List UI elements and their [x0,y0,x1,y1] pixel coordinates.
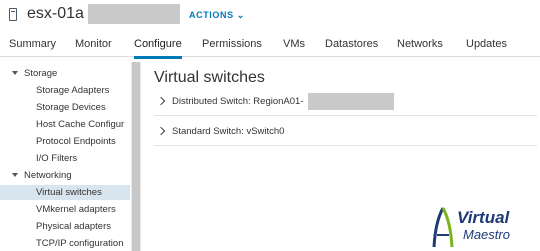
sidebar-group-storage[interactable]: Storage [12,66,57,81]
sidebar-item-vmkernel-adapters[interactable]: VMkernel adapters [36,202,116,217]
virtual-maestro-logo: Virtual Maestro [432,205,538,249]
caret-down-icon [12,71,18,76]
chevron-right-icon[interactable] [156,96,166,106]
tab-datastores[interactable]: Datastores [325,38,378,50]
sidebar-group-label: Networking [24,170,72,181]
sidebar-item-storage-devices[interactable]: Storage Devices [36,100,106,115]
tab-permissions[interactable]: Permissions [202,38,262,50]
redacted-block [308,93,394,110]
sidebar-item-protocol-endpoints[interactable]: Protocol Endpoints [36,134,116,149]
settings-sidebar: Storage Storage Adapters Storage Devices… [0,62,130,251]
switch-label: Distributed Switch: RegionA01- [172,96,304,107]
tab-updates[interactable]: Updates [466,38,507,50]
chevron-right-icon[interactable] [156,126,166,136]
tab-vms[interactable]: VMs [283,38,305,50]
tab-summary[interactable]: Summary [9,38,56,50]
sidebar-item-storage-adapters[interactable]: Storage Adapters [36,83,109,98]
host-icon [9,8,17,21]
sidebar-scrollbar[interactable] [131,62,141,251]
scrollbar-thumb[interactable] [132,62,140,251]
sidebar-item-tcpip-configuration[interactable]: TCP/IP configuration [36,236,123,251]
host-name: esx-01a [27,5,84,22]
logo-mark-icon [432,207,454,248]
tab-monitor[interactable]: Monitor [75,38,112,50]
redacted-block [88,4,180,24]
tab-configure[interactable]: Configure [134,38,182,59]
sidebar-item-io-filters[interactable]: I/O Filters [36,151,77,166]
tab-bar: Summary Monitor Configure Permissions VM… [0,32,540,59]
sidebar-item-label: Virtual switches [36,187,102,198]
switch-row-standard[interactable]: Standard Switch: vSwitch0 [154,121,537,146]
sidebar-item-virtual-switches[interactable]: Virtual switches [0,185,130,200]
logo-text-line2: Maestro [463,227,510,242]
actions-menu-button[interactable]: ACTIONS ⌄ [189,10,245,21]
sidebar-item-physical-adapters[interactable]: Physical adapters [36,219,111,234]
sidebar-group-networking[interactable]: Networking [12,168,72,183]
caret-down-icon [12,173,18,178]
sidebar-group-label: Storage [24,68,58,79]
switch-label: Standard Switch: vSwitch0 [172,126,285,137]
sidebar-item-host-cache[interactable]: Host Cache Configur [36,117,124,132]
logo-text-line1: Virtual [457,208,510,227]
tab-networks[interactable]: Networks [397,38,443,50]
page-title: Virtual switches [154,69,265,86]
object-header: esx-01a ACTIONS ⌄ [0,0,540,32]
